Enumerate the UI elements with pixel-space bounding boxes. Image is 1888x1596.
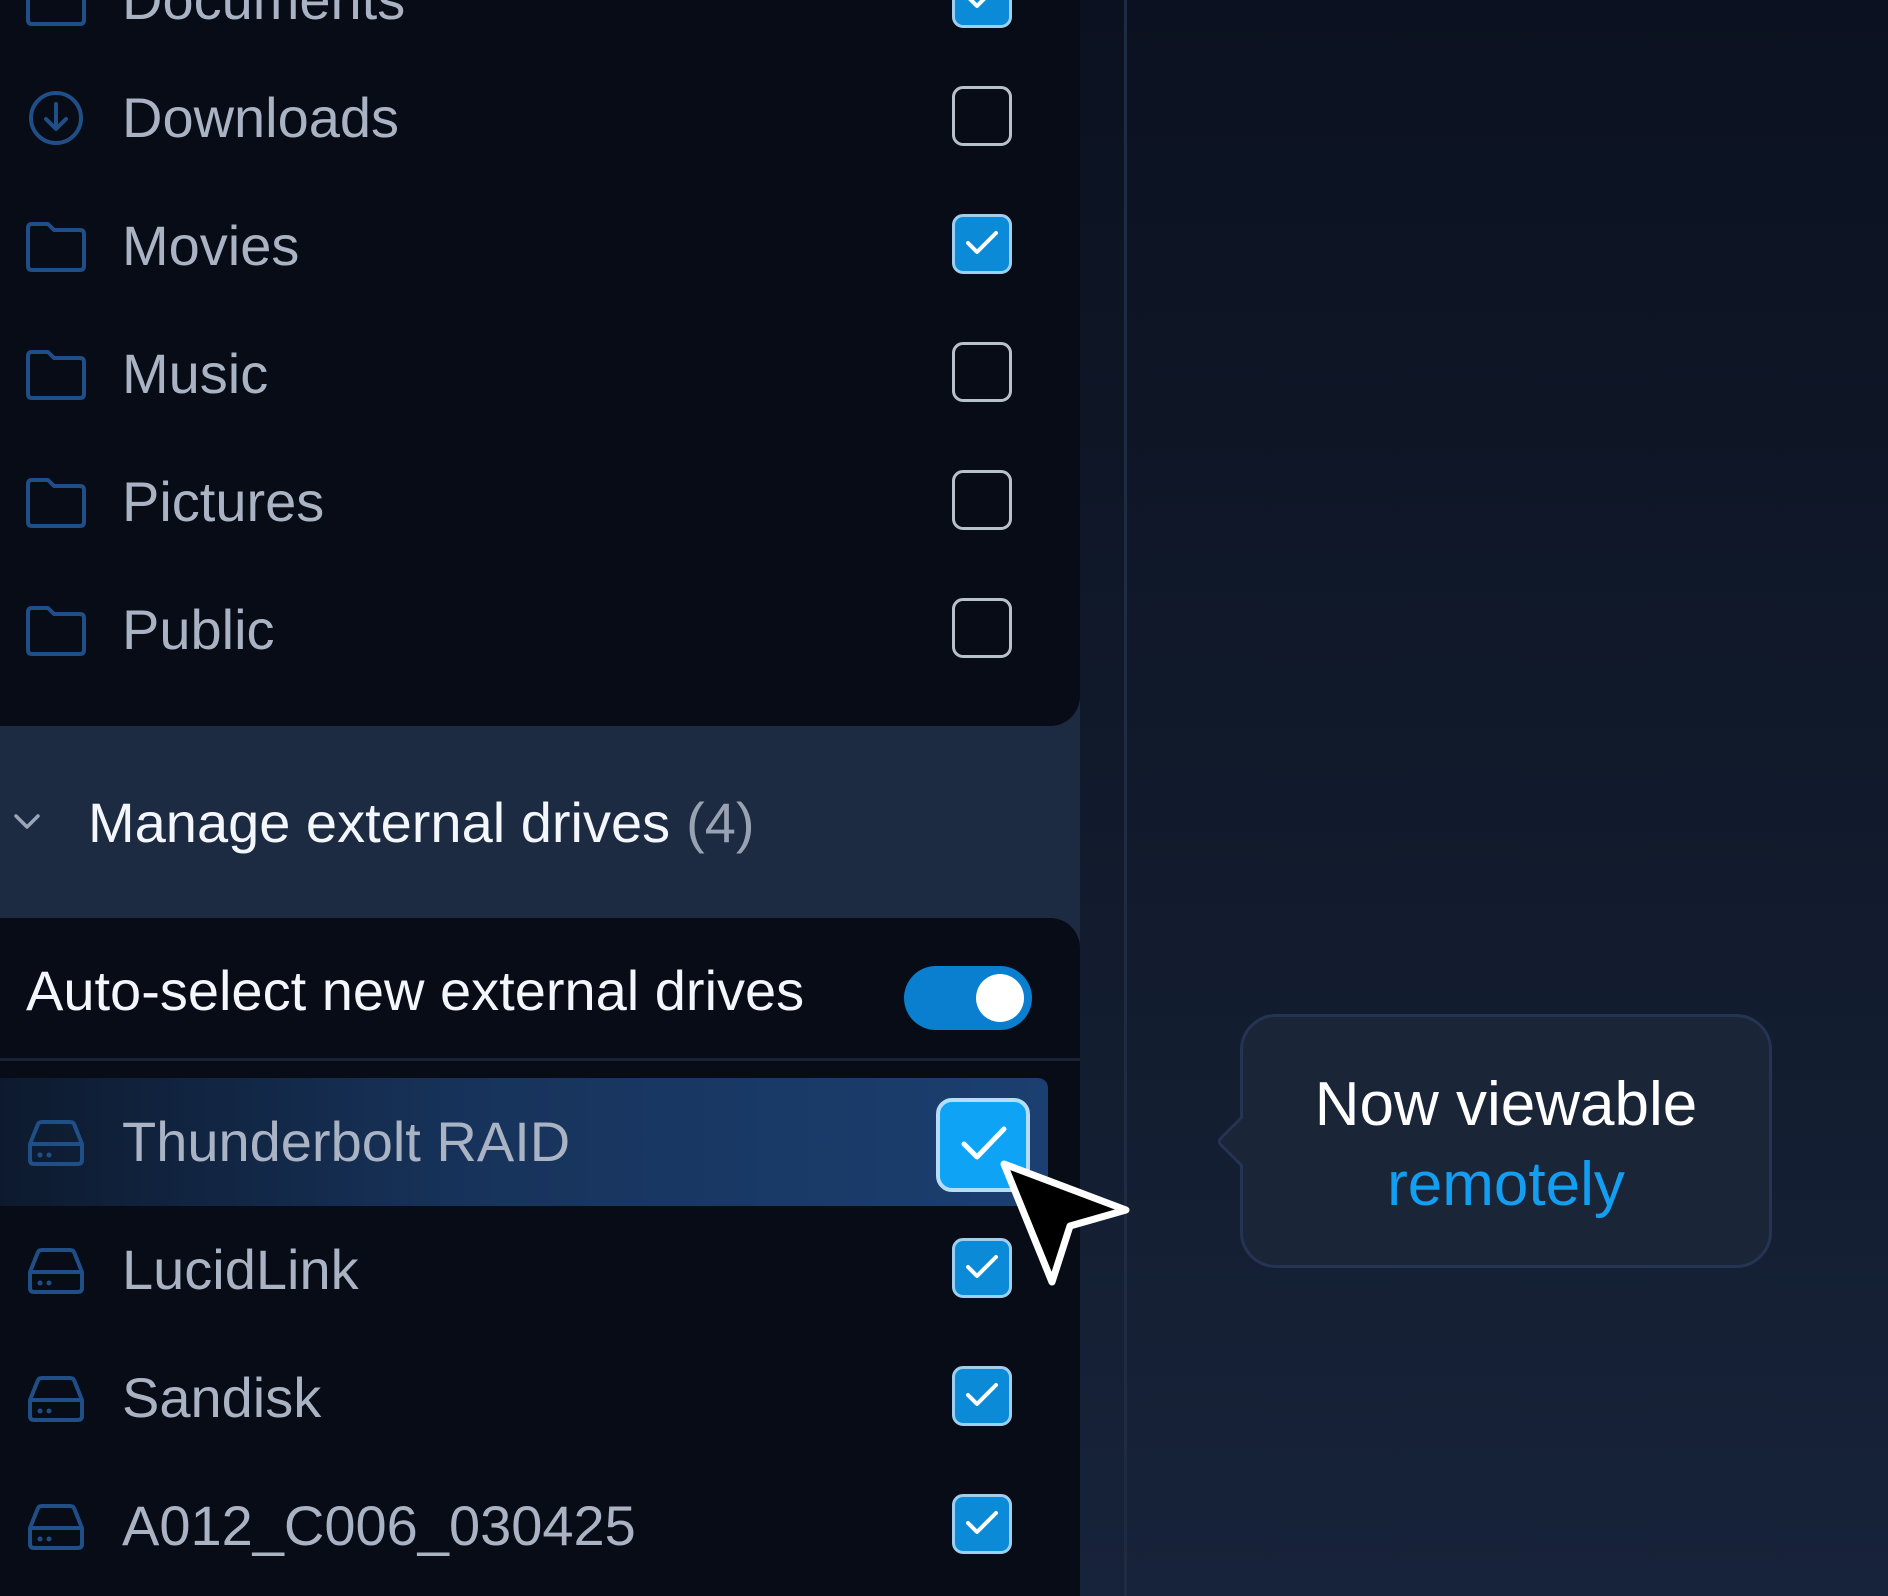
checkmark-icon: [966, 1511, 998, 1534]
drive-icon: [28, 1248, 84, 1294]
checkmark-icon: [968, 0, 986, 8]
folder-icon: [26, 478, 86, 528]
drive-checkbox-sandisk[interactable]: [952, 1366, 1012, 1426]
auto-select-toggle[interactable]: [904, 966, 1032, 1030]
auto-select-label: Auto-select new external drives: [26, 959, 805, 1022]
folders-card: Documents Downloads Movies: [0, 0, 1080, 726]
folder-label: Pictures: [122, 470, 325, 533]
checkmark-icon: [966, 1255, 998, 1278]
folder-icon: [26, 222, 86, 272]
folder-checkbox-pictures[interactable]: [952, 470, 1012, 530]
folder-row-public[interactable]: Public: [0, 566, 1080, 694]
folder-icon: [26, 0, 86, 26]
drive-row-sandisk[interactable]: Sandisk: [0, 1334, 1080, 1462]
folder-row-pictures[interactable]: Pictures: [0, 438, 1080, 566]
drive-label: A012_C006_030425: [122, 1494, 636, 1557]
download-circle-icon: [29, 91, 83, 145]
folder-checkbox-documents[interactable]: [952, 0, 1012, 28]
checkmark-icon: [966, 231, 998, 254]
folder-checkbox-music[interactable]: [952, 342, 1012, 402]
drive-row-lucidlink[interactable]: LucidLink: [0, 1206, 1080, 1334]
chevron-down-icon[interactable]: [10, 804, 44, 838]
external-drives-card: Auto-select new external drives Thunderb…: [0, 918, 1080, 1596]
panel-divider[interactable]: [1124, 0, 1127, 1596]
folder-checkbox-public[interactable]: [952, 598, 1012, 658]
folder-row-music[interactable]: Music: [0, 310, 1080, 438]
drive-row-thunderbolt-raid[interactable]: Thunderbolt RAID: [0, 1078, 1048, 1206]
external-drives-section-header[interactable]: Manage external drives (4): [0, 760, 1080, 886]
drive-checkbox-a012[interactable]: [952, 1494, 1012, 1554]
auto-select-row: Auto-select new external drives: [0, 918, 1080, 1061]
drive-label: LucidLink: [122, 1238, 359, 1301]
folder-icon: [26, 350, 86, 400]
folder-icon: [26, 606, 86, 656]
folder-label: Public: [122, 598, 275, 661]
drive-label: Thunderbolt RAID: [122, 1110, 571, 1173]
folder-checkbox-movies[interactable]: [952, 214, 1012, 274]
section-title-text: Manage external drives: [88, 791, 671, 854]
folder-row-downloads[interactable]: Downloads: [0, 54, 1080, 182]
folder-checkbox-downloads[interactable]: [952, 86, 1012, 146]
checkmark-icon: [966, 1383, 998, 1406]
pointer-cursor-icon: [1000, 1160, 1130, 1286]
tooltip: Now viewable remotely: [1215, 1014, 1772, 1268]
drive-count: (4): [686, 791, 755, 854]
tooltip-highlight: remotely: [1387, 1150, 1625, 1219]
folder-label: Downloads: [122, 86, 400, 149]
drive-icon: [28, 1120, 84, 1166]
drive-label: Sandisk: [122, 1366, 322, 1429]
folder-row-movies[interactable]: Movies: [0, 182, 1080, 310]
toggle-knob: [976, 974, 1024, 1022]
tooltip-title: Now viewable: [1314, 1070, 1698, 1139]
section-title: Manage external drives (4): [88, 760, 755, 886]
settings-panel: Documents Downloads Movies: [0, 0, 1080, 1596]
checkmark-icon: [961, 1126, 1007, 1160]
drive-icon: [28, 1504, 84, 1550]
drive-icon: [28, 1376, 84, 1422]
folder-label: Movies: [122, 214, 300, 277]
drive-row-a012[interactable]: A012_C006_030425: [0, 1462, 1080, 1590]
folder-label: Music: [122, 342, 269, 405]
